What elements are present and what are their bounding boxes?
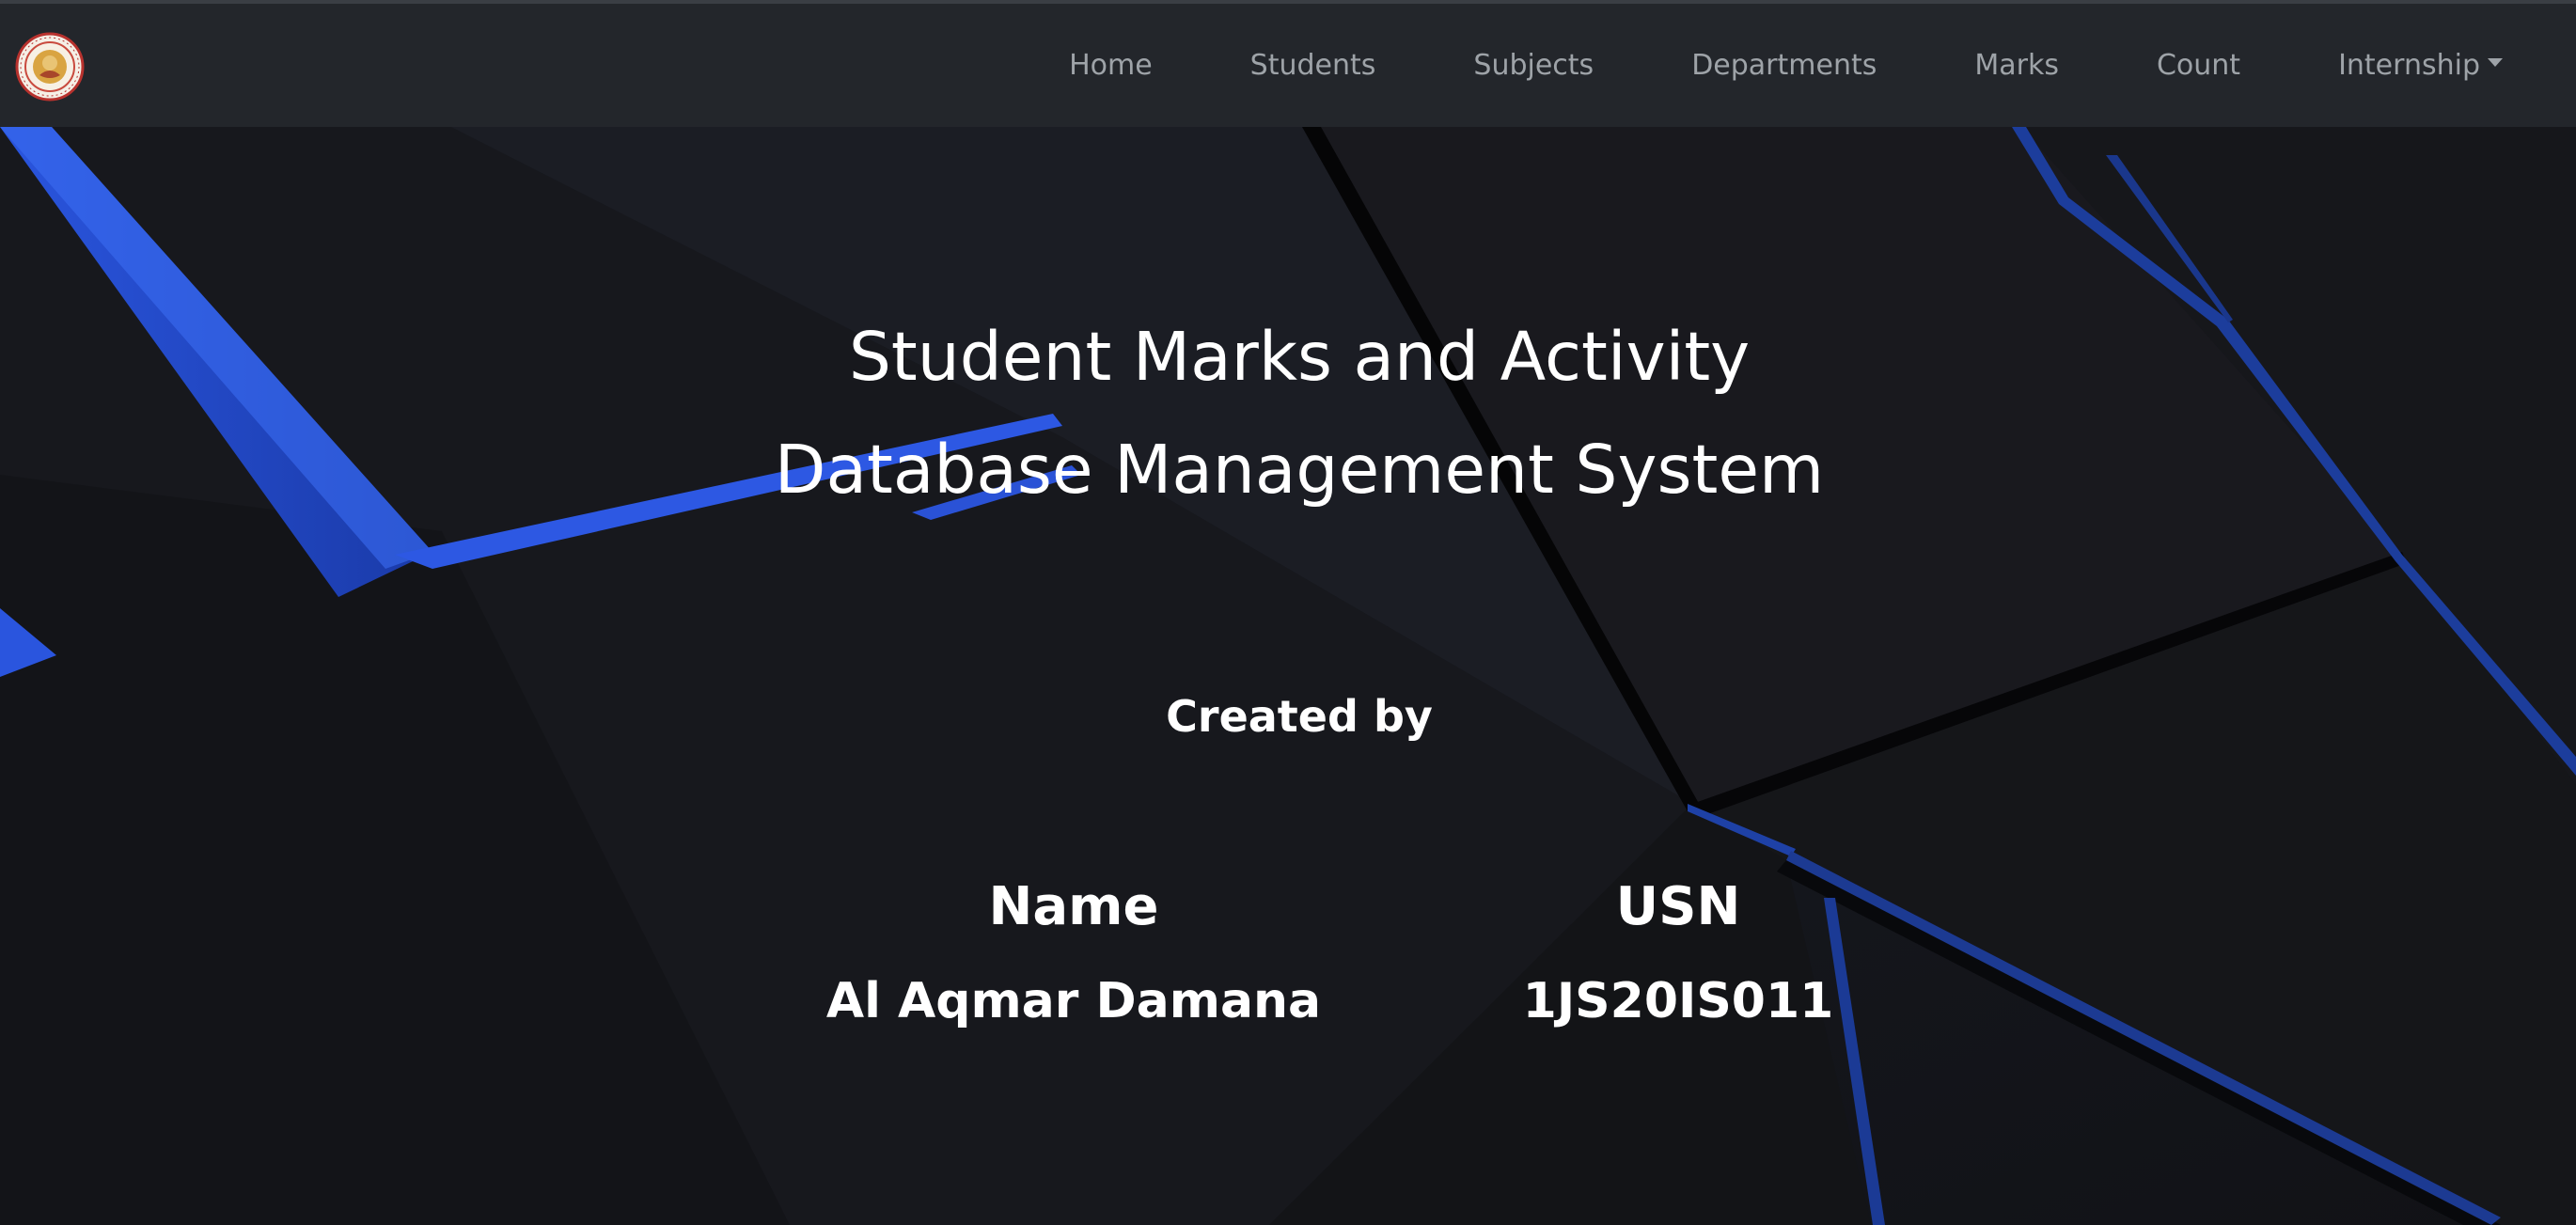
caret-down-icon [2488,58,2503,67]
nav-students[interactable]: Students [1250,49,1376,82]
name-header: Name [988,876,1159,937]
navbar: Home Students Subjects Departments Marks… [0,0,2576,127]
page: Home Students Subjects Departments Marks… [0,0,2576,1225]
page-title: Student Marks and Activity Database Mana… [0,301,2576,526]
nav-links: Home Students Subjects Departments Marks… [1069,4,2576,127]
page-title-line1: Student Marks and Activity [848,318,1751,396]
creator-name: Al Aqmar Damana [825,973,1322,1029]
nav-count[interactable]: Count [2157,49,2240,82]
created-by-heading: Created by [1166,691,1433,742]
hero-section: Student Marks and Activity Database Mana… [0,127,2576,1225]
creator-usn: 1JS20IS011 [1522,973,1834,1029]
nav-departments[interactable]: Departments [1691,49,1877,82]
creators-usn-column: USN 1JS20IS011 [1396,860,1960,1048]
page-title-line2: Database Management System [774,431,1825,509]
nav-subjects[interactable]: Subjects [1473,49,1594,82]
usn-header: USN [1615,876,1741,937]
nav-internship-dropdown[interactable]: Internship [2338,49,2503,82]
nav-marks[interactable]: Marks [1974,49,2059,82]
nav-internship-label: Internship [2338,49,2480,82]
college-logo-icon[interactable] [15,32,85,102]
creators-name-column: Name Al Aqmar Damana [792,860,1356,1048]
nav-home[interactable]: Home [1069,49,1153,82]
